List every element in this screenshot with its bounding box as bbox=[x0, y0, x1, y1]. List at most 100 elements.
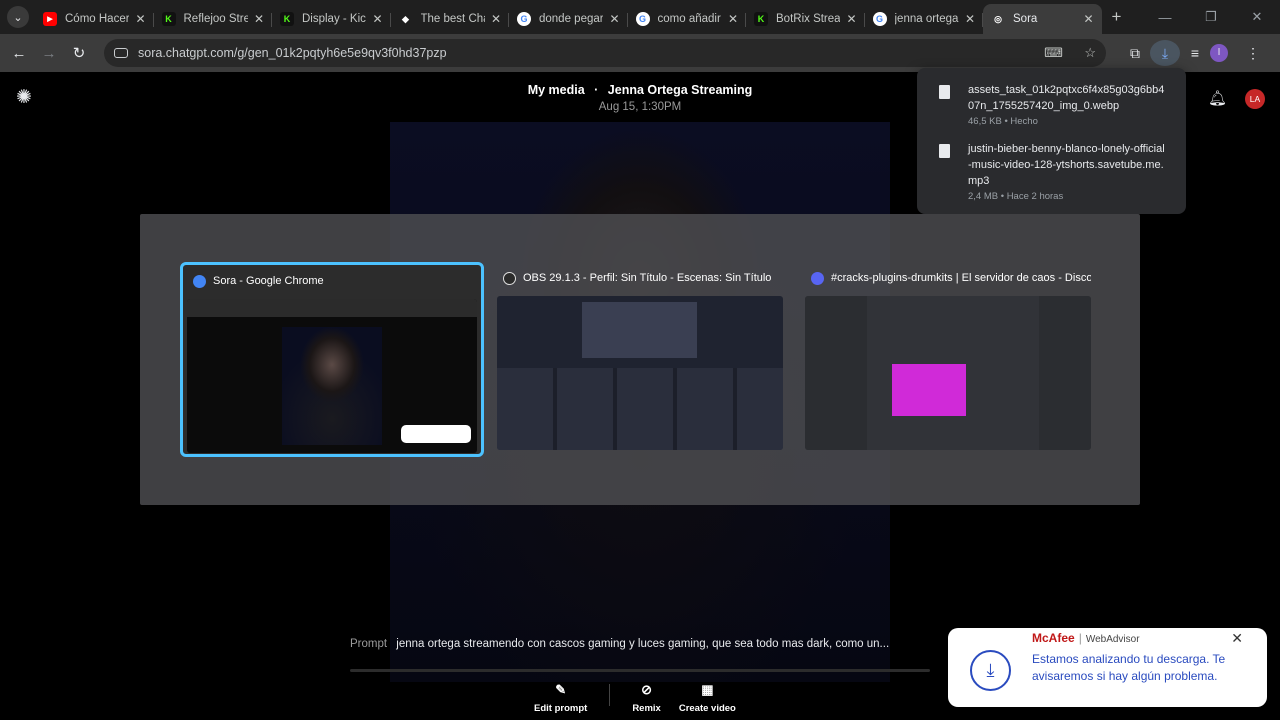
window-title-bar: OBS 29.1.3 - Perfil: Sin Título - Escena… bbox=[497, 266, 783, 290]
new-tab-button[interactable]: + bbox=[1112, 7, 1122, 27]
media-date: Aug 15, 1:30PM bbox=[598, 101, 682, 113]
toast-message: Estamos analizando tu descarga. Te avisa… bbox=[1032, 652, 1226, 683]
divider-line bbox=[350, 669, 930, 672]
reading-list-icon[interactable]: ≡ bbox=[1180, 45, 1210, 61]
close-icon[interactable]: ✕ bbox=[1231, 630, 1243, 647]
tab-title: como añadir bbox=[657, 13, 721, 25]
tab-strip: ⌄ ▶ Cómo Hacer ✕ K Reflejoo Stre ✕ K Display … bbox=[0, 0, 1280, 34]
close-icon[interactable]: ✕ bbox=[254, 12, 264, 26]
menu-kebab-icon[interactable]: ⋮ bbox=[1238, 45, 1268, 62]
user-avatar[interactable]: LA bbox=[1245, 89, 1265, 109]
back-icon[interactable]: ← bbox=[4, 45, 34, 62]
pencil-icon: ✎ bbox=[555, 682, 567, 697]
obs-icon bbox=[503, 271, 516, 285]
tab-title: Reflejoo Stre bbox=[183, 13, 248, 25]
audio-file-icon bbox=[939, 144, 950, 158]
prompt-text[interactable]: jenna ortega streamendo con cascos gamin… bbox=[396, 638, 889, 650]
close-icon[interactable]: ✕ bbox=[1083, 12, 1093, 26]
bookmark-star-icon[interactable]: ☆ bbox=[1084, 45, 1096, 60]
thumb-members bbox=[1039, 296, 1091, 450]
thumb-preview bbox=[582, 302, 697, 358]
google-icon: G bbox=[872, 12, 887, 26]
tab-title: Display - Kick bbox=[302, 13, 367, 25]
tab-list: ▶ Cómo Hacer ✕ K Reflejoo Stre ✕ K Display - … bbox=[35, 0, 1102, 34]
address-bar[interactable]: sora.chatgpt.com/g/gen_01k2pqtyh6e5e9qv3… bbox=[104, 39, 1106, 67]
create-video-button[interactable]: ▦ Create video bbox=[679, 682, 736, 714]
window-title-bar: #cracks-plugins-drumkits | El servidor d… bbox=[805, 266, 1091, 290]
close-icon[interactable]: ✕ bbox=[609, 12, 619, 26]
file-icon bbox=[939, 85, 950, 99]
switcher-window-obs[interactable]: OBS 29.1.3 - Perfil: Sin Título - Escena… bbox=[493, 262, 787, 457]
forward-icon[interactable]: → bbox=[34, 45, 64, 62]
downloads-panel: assets_task_01k2pqtxc6f4x85g03g6bb407n_1… bbox=[917, 68, 1186, 214]
window-switcher: Sora - Google Chrome OBS 29.1.3 - Perfil… bbox=[140, 214, 1140, 505]
thumb-toolbar bbox=[187, 299, 477, 317]
minimize-icon[interactable]: — bbox=[1142, 10, 1188, 25]
translate-icon[interactable]: ⌨ bbox=[1044, 45, 1063, 60]
switcher-window-chrome[interactable]: Sora - Google Chrome bbox=[180, 262, 484, 457]
diamond-icon: ◆ bbox=[402, 13, 409, 24]
window-thumbnail bbox=[805, 296, 1091, 450]
window-title: OBS 29.1.3 - Perfil: Sin Título - Escena… bbox=[523, 272, 772, 284]
close-icon[interactable]: ✕ bbox=[372, 12, 382, 26]
remix-label: Remix bbox=[632, 703, 661, 714]
tab-5[interactable]: Gcomo añadir ✕ bbox=[628, 4, 747, 34]
url-text[interactable]: sora.chatgpt.com/g/gen_01k2pqtyh6e5e9qv3… bbox=[138, 46, 1026, 60]
tab-2[interactable]: K Display - Kick ✕ bbox=[272, 4, 391, 34]
tab-0[interactable]: ▶ Cómo Hacer ✕ bbox=[35, 4, 154, 34]
window-thumbnail bbox=[187, 299, 477, 453]
breadcrumb-my-media[interactable]: My media bbox=[528, 83, 585, 97]
close-icon[interactable]: ✕ bbox=[491, 12, 501, 26]
remix-button[interactable]: ⊘ Remix bbox=[632, 682, 661, 714]
reload-icon[interactable]: ↻ bbox=[64, 44, 94, 62]
thumb-image bbox=[282, 327, 382, 445]
thumb-toast bbox=[401, 425, 471, 443]
prompt-row: Prompt jenna ortega streamendo con casco… bbox=[350, 638, 930, 650]
site-info-icon[interactable] bbox=[114, 48, 128, 58]
download-icon[interactable]: ⤓ bbox=[1150, 40, 1180, 66]
tab-1[interactable]: K Reflejoo Stre ✕ bbox=[154, 4, 273, 34]
tab-3[interactable]: ◆ The best Cha ✕ bbox=[391, 4, 510, 34]
chrome-icon bbox=[193, 274, 206, 288]
thumb-docks bbox=[497, 368, 783, 450]
tab-4[interactable]: Gdonde pegar ✕ bbox=[509, 4, 628, 34]
media-actions: ✎ Edit prompt ⊘ Remix ▦ Create video bbox=[534, 682, 736, 714]
brand-separator: | bbox=[1078, 631, 1082, 645]
download-filename[interactable]: assets_task_01k2pqtxc6f4x85g03g6bb407n_1… bbox=[968, 82, 1168, 114]
edit-prompt-button[interactable]: ✎ Edit prompt bbox=[534, 682, 587, 714]
openai-logo-icon[interactable]: ✺ bbox=[16, 88, 36, 108]
switcher-window-discord[interactable]: #cracks-plugins-drumkits | El servidor d… bbox=[801, 262, 1095, 457]
kick-icon: K bbox=[280, 12, 294, 26]
kick-icon: K bbox=[161, 12, 176, 26]
close-icon[interactable]: ✕ bbox=[728, 12, 738, 26]
kick-icon: K bbox=[754, 12, 768, 26]
download-item[interactable]: justin-bieber-benny-blanco-lonely-offici… bbox=[939, 141, 1168, 202]
action-divider bbox=[609, 684, 611, 706]
product-name: WebAdvisor bbox=[1085, 634, 1140, 645]
mcafee-toast[interactable]: ⤓ McAfee | WebAdvisor Estamos analizando t… bbox=[948, 628, 1267, 707]
window-title-bar: Sora - Google Chrome bbox=[187, 269, 477, 293]
close-window-icon[interactable]: ✕ bbox=[1234, 9, 1280, 25]
window-title: Sora - Google Chrome bbox=[213, 275, 324, 287]
tab-search-button[interactable]: ⌄ bbox=[7, 6, 29, 28]
tab-6[interactable]: K BotRix Stream ✕ bbox=[746, 4, 865, 34]
tab-7[interactable]: Gjenna ortega ✕ bbox=[865, 4, 984, 34]
tab-title: The best Cha bbox=[420, 13, 485, 25]
tab-sora-active[interactable]: ◎ Sora ✕ bbox=[983, 4, 1102, 34]
maximize-icon[interactable]: ❐ bbox=[1188, 9, 1234, 25]
download-item[interactable]: assets_task_01k2pqtxc6f4x85g03g6bb407n_1… bbox=[939, 82, 1168, 127]
extensions-icon[interactable]: ⧉ bbox=[1120, 45, 1150, 62]
title-separator: · bbox=[594, 83, 599, 97]
download-meta: 2,4 MB • Hace 2 horas bbox=[968, 191, 1064, 202]
thumb-sidebar bbox=[805, 296, 867, 450]
download-filename[interactable]: justin-bieber-benny-blanco-lonely-offici… bbox=[968, 141, 1168, 189]
thumb-image bbox=[892, 364, 966, 416]
close-icon[interactable]: ✕ bbox=[965, 12, 975, 26]
browser-toolbar: ← → ↻ sora.chatgpt.com/g/gen_01k2pqtyh6e… bbox=[0, 34, 1280, 72]
close-icon[interactable]: ✕ bbox=[846, 12, 856, 26]
close-icon[interactable]: ✕ bbox=[135, 12, 145, 26]
download-meta: 46,5 KB • Hecho bbox=[968, 116, 1038, 127]
window-controls: — ❐ ✕ bbox=[1142, 0, 1280, 34]
notifications-bell-icon[interactable]: 🔔︎ bbox=[1208, 89, 1227, 107]
profile-avatar[interactable]: I bbox=[1210, 44, 1228, 62]
